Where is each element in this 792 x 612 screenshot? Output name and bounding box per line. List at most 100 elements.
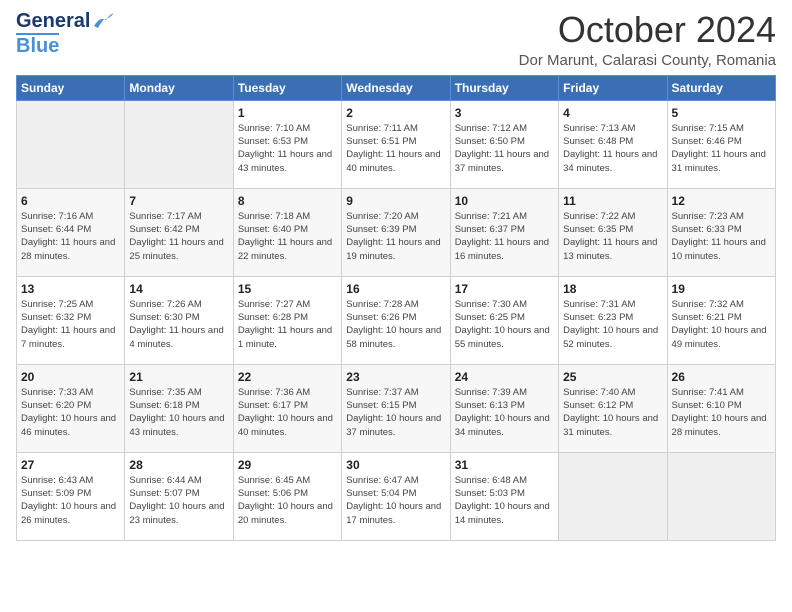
calendar-cell: 19Sunrise: 7:32 AMSunset: 6:21 PMDayligh…	[667, 276, 775, 364]
calendar-cell	[559, 452, 667, 540]
calendar-cell: 8Sunrise: 7:18 AMSunset: 6:40 PMDaylight…	[233, 188, 341, 276]
day-number: 5	[672, 105, 771, 121]
col-friday: Friday	[559, 75, 667, 100]
calendar-cell: 6Sunrise: 7:16 AMSunset: 6:44 PMDaylight…	[17, 188, 125, 276]
day-number: 12	[672, 193, 771, 209]
day-detail: Sunrise: 7:27 AMSunset: 6:28 PMDaylight:…	[238, 298, 337, 351]
logo-blue: Blue	[16, 33, 59, 58]
day-detail: Sunrise: 7:36 AMSunset: 6:17 PMDaylight:…	[238, 386, 337, 439]
day-detail: Sunrise: 7:15 AMSunset: 6:46 PMDaylight:…	[672, 122, 771, 175]
calendar-cell: 15Sunrise: 7:27 AMSunset: 6:28 PMDayligh…	[233, 276, 341, 364]
location-subtitle: Dor Marunt, Calarasi County, Romania	[519, 52, 776, 69]
logo-bird-icon	[92, 12, 114, 30]
month-title: October 2024	[519, 10, 776, 50]
day-number: 8	[238, 193, 337, 209]
day-number: 13	[21, 281, 120, 297]
calendar-cell: 11Sunrise: 7:22 AMSunset: 6:35 PMDayligh…	[559, 188, 667, 276]
day-number: 6	[21, 193, 120, 209]
calendar-cell: 24Sunrise: 7:39 AMSunset: 6:13 PMDayligh…	[450, 364, 558, 452]
calendar-cell	[125, 100, 233, 188]
calendar-cell	[667, 452, 775, 540]
day-number: 11	[563, 193, 662, 209]
calendar-cell: 1Sunrise: 7:10 AMSunset: 6:53 PMDaylight…	[233, 100, 341, 188]
day-number: 9	[346, 193, 445, 209]
calendar-cell: 29Sunrise: 6:45 AMSunset: 5:06 PMDayligh…	[233, 452, 341, 540]
calendar-cell: 4Sunrise: 7:13 AMSunset: 6:48 PMDaylight…	[559, 100, 667, 188]
day-number: 10	[455, 193, 554, 209]
day-number: 31	[455, 457, 554, 473]
day-detail: Sunrise: 7:18 AMSunset: 6:40 PMDaylight:…	[238, 210, 337, 263]
day-detail: Sunrise: 6:44 AMSunset: 5:07 PMDaylight:…	[129, 474, 228, 527]
calendar-week-5: 27Sunrise: 6:43 AMSunset: 5:09 PMDayligh…	[17, 452, 776, 540]
calendar-table: Sunday Monday Tuesday Wednesday Thursday…	[16, 75, 776, 541]
day-detail: Sunrise: 7:13 AMSunset: 6:48 PMDaylight:…	[563, 122, 662, 175]
logo-general: General	[16, 10, 90, 33]
calendar-cell: 31Sunrise: 6:48 AMSunset: 5:03 PMDayligh…	[450, 452, 558, 540]
col-thursday: Thursday	[450, 75, 558, 100]
col-saturday: Saturday	[667, 75, 775, 100]
day-number: 16	[346, 281, 445, 297]
day-detail: Sunrise: 7:20 AMSunset: 6:39 PMDaylight:…	[346, 210, 445, 263]
day-detail: Sunrise: 7:11 AMSunset: 6:51 PMDaylight:…	[346, 122, 445, 175]
day-detail: Sunrise: 7:12 AMSunset: 6:50 PMDaylight:…	[455, 122, 554, 175]
day-number: 20	[21, 369, 120, 385]
day-number: 22	[238, 369, 337, 385]
calendar-cell: 17Sunrise: 7:30 AMSunset: 6:25 PMDayligh…	[450, 276, 558, 364]
day-detail: Sunrise: 7:31 AMSunset: 6:23 PMDaylight:…	[563, 298, 662, 351]
col-wednesday: Wednesday	[342, 75, 450, 100]
calendar-week-4: 20Sunrise: 7:33 AMSunset: 6:20 PMDayligh…	[17, 364, 776, 452]
day-detail: Sunrise: 7:32 AMSunset: 6:21 PMDaylight:…	[672, 298, 771, 351]
day-detail: Sunrise: 7:37 AMSunset: 6:15 PMDaylight:…	[346, 386, 445, 439]
day-number: 17	[455, 281, 554, 297]
calendar-cell: 14Sunrise: 7:26 AMSunset: 6:30 PMDayligh…	[125, 276, 233, 364]
day-detail: Sunrise: 7:17 AMSunset: 6:42 PMDaylight:…	[129, 210, 228, 263]
calendar-cell: 20Sunrise: 7:33 AMSunset: 6:20 PMDayligh…	[17, 364, 125, 452]
header: General Blue October 2024 Dor Marunt, Ca…	[16, 10, 776, 69]
calendar-page: General Blue October 2024 Dor Marunt, Ca…	[0, 0, 792, 612]
calendar-week-1: 1Sunrise: 7:10 AMSunset: 6:53 PMDaylight…	[17, 100, 776, 188]
day-number: 29	[238, 457, 337, 473]
day-detail: Sunrise: 7:28 AMSunset: 6:26 PMDaylight:…	[346, 298, 445, 351]
day-number: 4	[563, 105, 662, 121]
day-number: 26	[672, 369, 771, 385]
calendar-cell: 13Sunrise: 7:25 AMSunset: 6:32 PMDayligh…	[17, 276, 125, 364]
calendar-cell: 26Sunrise: 7:41 AMSunset: 6:10 PMDayligh…	[667, 364, 775, 452]
day-number: 1	[238, 105, 337, 121]
day-detail: Sunrise: 7:30 AMSunset: 6:25 PMDaylight:…	[455, 298, 554, 351]
day-number: 2	[346, 105, 445, 121]
calendar-week-2: 6Sunrise: 7:16 AMSunset: 6:44 PMDaylight…	[17, 188, 776, 276]
day-detail: Sunrise: 6:48 AMSunset: 5:03 PMDaylight:…	[455, 474, 554, 527]
day-detail: Sunrise: 7:39 AMSunset: 6:13 PMDaylight:…	[455, 386, 554, 439]
calendar-cell	[17, 100, 125, 188]
day-number: 7	[129, 193, 228, 209]
col-sunday: Sunday	[17, 75, 125, 100]
day-number: 30	[346, 457, 445, 473]
day-detail: Sunrise: 7:40 AMSunset: 6:12 PMDaylight:…	[563, 386, 662, 439]
day-number: 15	[238, 281, 337, 297]
calendar-cell: 3Sunrise: 7:12 AMSunset: 6:50 PMDaylight…	[450, 100, 558, 188]
calendar-cell: 27Sunrise: 6:43 AMSunset: 5:09 PMDayligh…	[17, 452, 125, 540]
day-number: 27	[21, 457, 120, 473]
day-detail: Sunrise: 7:41 AMSunset: 6:10 PMDaylight:…	[672, 386, 771, 439]
calendar-cell: 5Sunrise: 7:15 AMSunset: 6:46 PMDaylight…	[667, 100, 775, 188]
day-number: 18	[563, 281, 662, 297]
day-detail: Sunrise: 6:43 AMSunset: 5:09 PMDaylight:…	[21, 474, 120, 527]
day-number: 25	[563, 369, 662, 385]
col-monday: Monday	[125, 75, 233, 100]
calendar-cell: 30Sunrise: 6:47 AMSunset: 5:04 PMDayligh…	[342, 452, 450, 540]
day-detail: Sunrise: 7:16 AMSunset: 6:44 PMDaylight:…	[21, 210, 120, 263]
day-number: 24	[455, 369, 554, 385]
day-detail: Sunrise: 7:26 AMSunset: 6:30 PMDaylight:…	[129, 298, 228, 351]
calendar-cell: 9Sunrise: 7:20 AMSunset: 6:39 PMDaylight…	[342, 188, 450, 276]
col-tuesday: Tuesday	[233, 75, 341, 100]
calendar-cell: 7Sunrise: 7:17 AMSunset: 6:42 PMDaylight…	[125, 188, 233, 276]
calendar-cell: 25Sunrise: 7:40 AMSunset: 6:12 PMDayligh…	[559, 364, 667, 452]
calendar-cell: 10Sunrise: 7:21 AMSunset: 6:37 PMDayligh…	[450, 188, 558, 276]
day-number: 14	[129, 281, 228, 297]
calendar-week-3: 13Sunrise: 7:25 AMSunset: 6:32 PMDayligh…	[17, 276, 776, 364]
calendar-cell: 18Sunrise: 7:31 AMSunset: 6:23 PMDayligh…	[559, 276, 667, 364]
day-detail: Sunrise: 7:10 AMSunset: 6:53 PMDaylight:…	[238, 122, 337, 175]
calendar-cell: 2Sunrise: 7:11 AMSunset: 6:51 PMDaylight…	[342, 100, 450, 188]
logo: General Blue	[16, 10, 114, 58]
day-detail: Sunrise: 7:21 AMSunset: 6:37 PMDaylight:…	[455, 210, 554, 263]
